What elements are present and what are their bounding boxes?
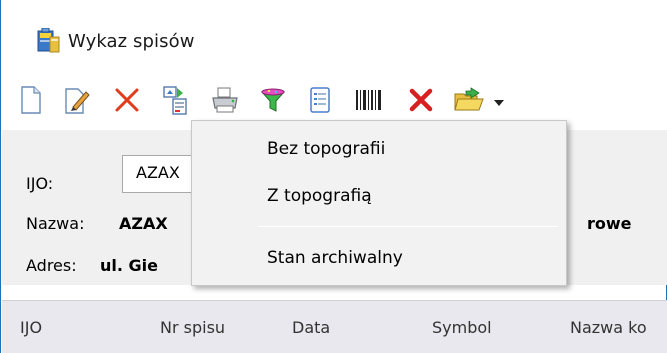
menu-item-bez-topografii[interactable]: Bez topografii [193,130,565,168]
ijo-label: IJO: [26,174,54,193]
nazwa-label: Nazwa: [26,214,85,233]
adres-label: Adres: [26,256,77,275]
filter-icon [259,86,287,118]
menu-separator [258,226,558,227]
adres-value: ul. Gie [100,256,158,275]
grid-header: IJO Nr spisu Data Symbol Nazwa ko [2,300,667,353]
column-header-nazwa-ko[interactable]: Nazwa ko [570,318,647,337]
open-folder-button[interactable] [452,84,486,120]
filter-button[interactable] [256,84,290,120]
new-button[interactable] [14,84,48,120]
report-dropdown-menu: Bez topografii Z topografią Stan archiwa… [191,120,567,286]
print-icon [210,86,240,118]
more-dropdown-button[interactable] [488,84,510,120]
edit-icon [64,86,90,118]
barcode-icon [354,88,384,116]
menu-item-stan-archiwalny[interactable]: Stan archiwalny [193,239,565,277]
open-folder-icon [453,86,485,118]
delete-button[interactable] [110,84,144,120]
list-button[interactable] [303,84,337,120]
chevron-down-icon [493,93,505,112]
delete-icon [114,87,140,117]
new-document-icon [20,86,42,118]
binder-icon [36,27,60,54]
cancel-icon [408,87,434,117]
report-dropdown-button[interactable] [158,84,192,120]
title-bar: Wykaz spisów [2,0,667,78]
print-button[interactable] [208,84,242,120]
window-title: Wykaz spisów [68,31,195,52]
column-header-symbol[interactable]: Symbol [432,318,492,337]
column-header-ijo[interactable]: IJO [20,318,42,337]
nazwa-value-tail: rowe [587,214,632,233]
cancel-button[interactable] [404,84,438,120]
main-window: Wykaz spisów IJO: AZAX Nazwa: AZAX rowe … [0,0,667,353]
ijo-field[interactable]: AZAX [122,155,202,193]
barcode-button[interactable] [352,84,386,120]
list-document-icon [308,86,332,118]
column-header-nr-spisu[interactable]: Nr spisu [160,318,225,337]
nazwa-value: AZAX [119,214,168,233]
column-header-data[interactable]: Data [292,318,330,337]
report-dropdown-icon [161,85,189,119]
edit-button[interactable] [60,84,94,120]
menu-item-z-topografia[interactable]: Z topografią [193,177,565,215]
